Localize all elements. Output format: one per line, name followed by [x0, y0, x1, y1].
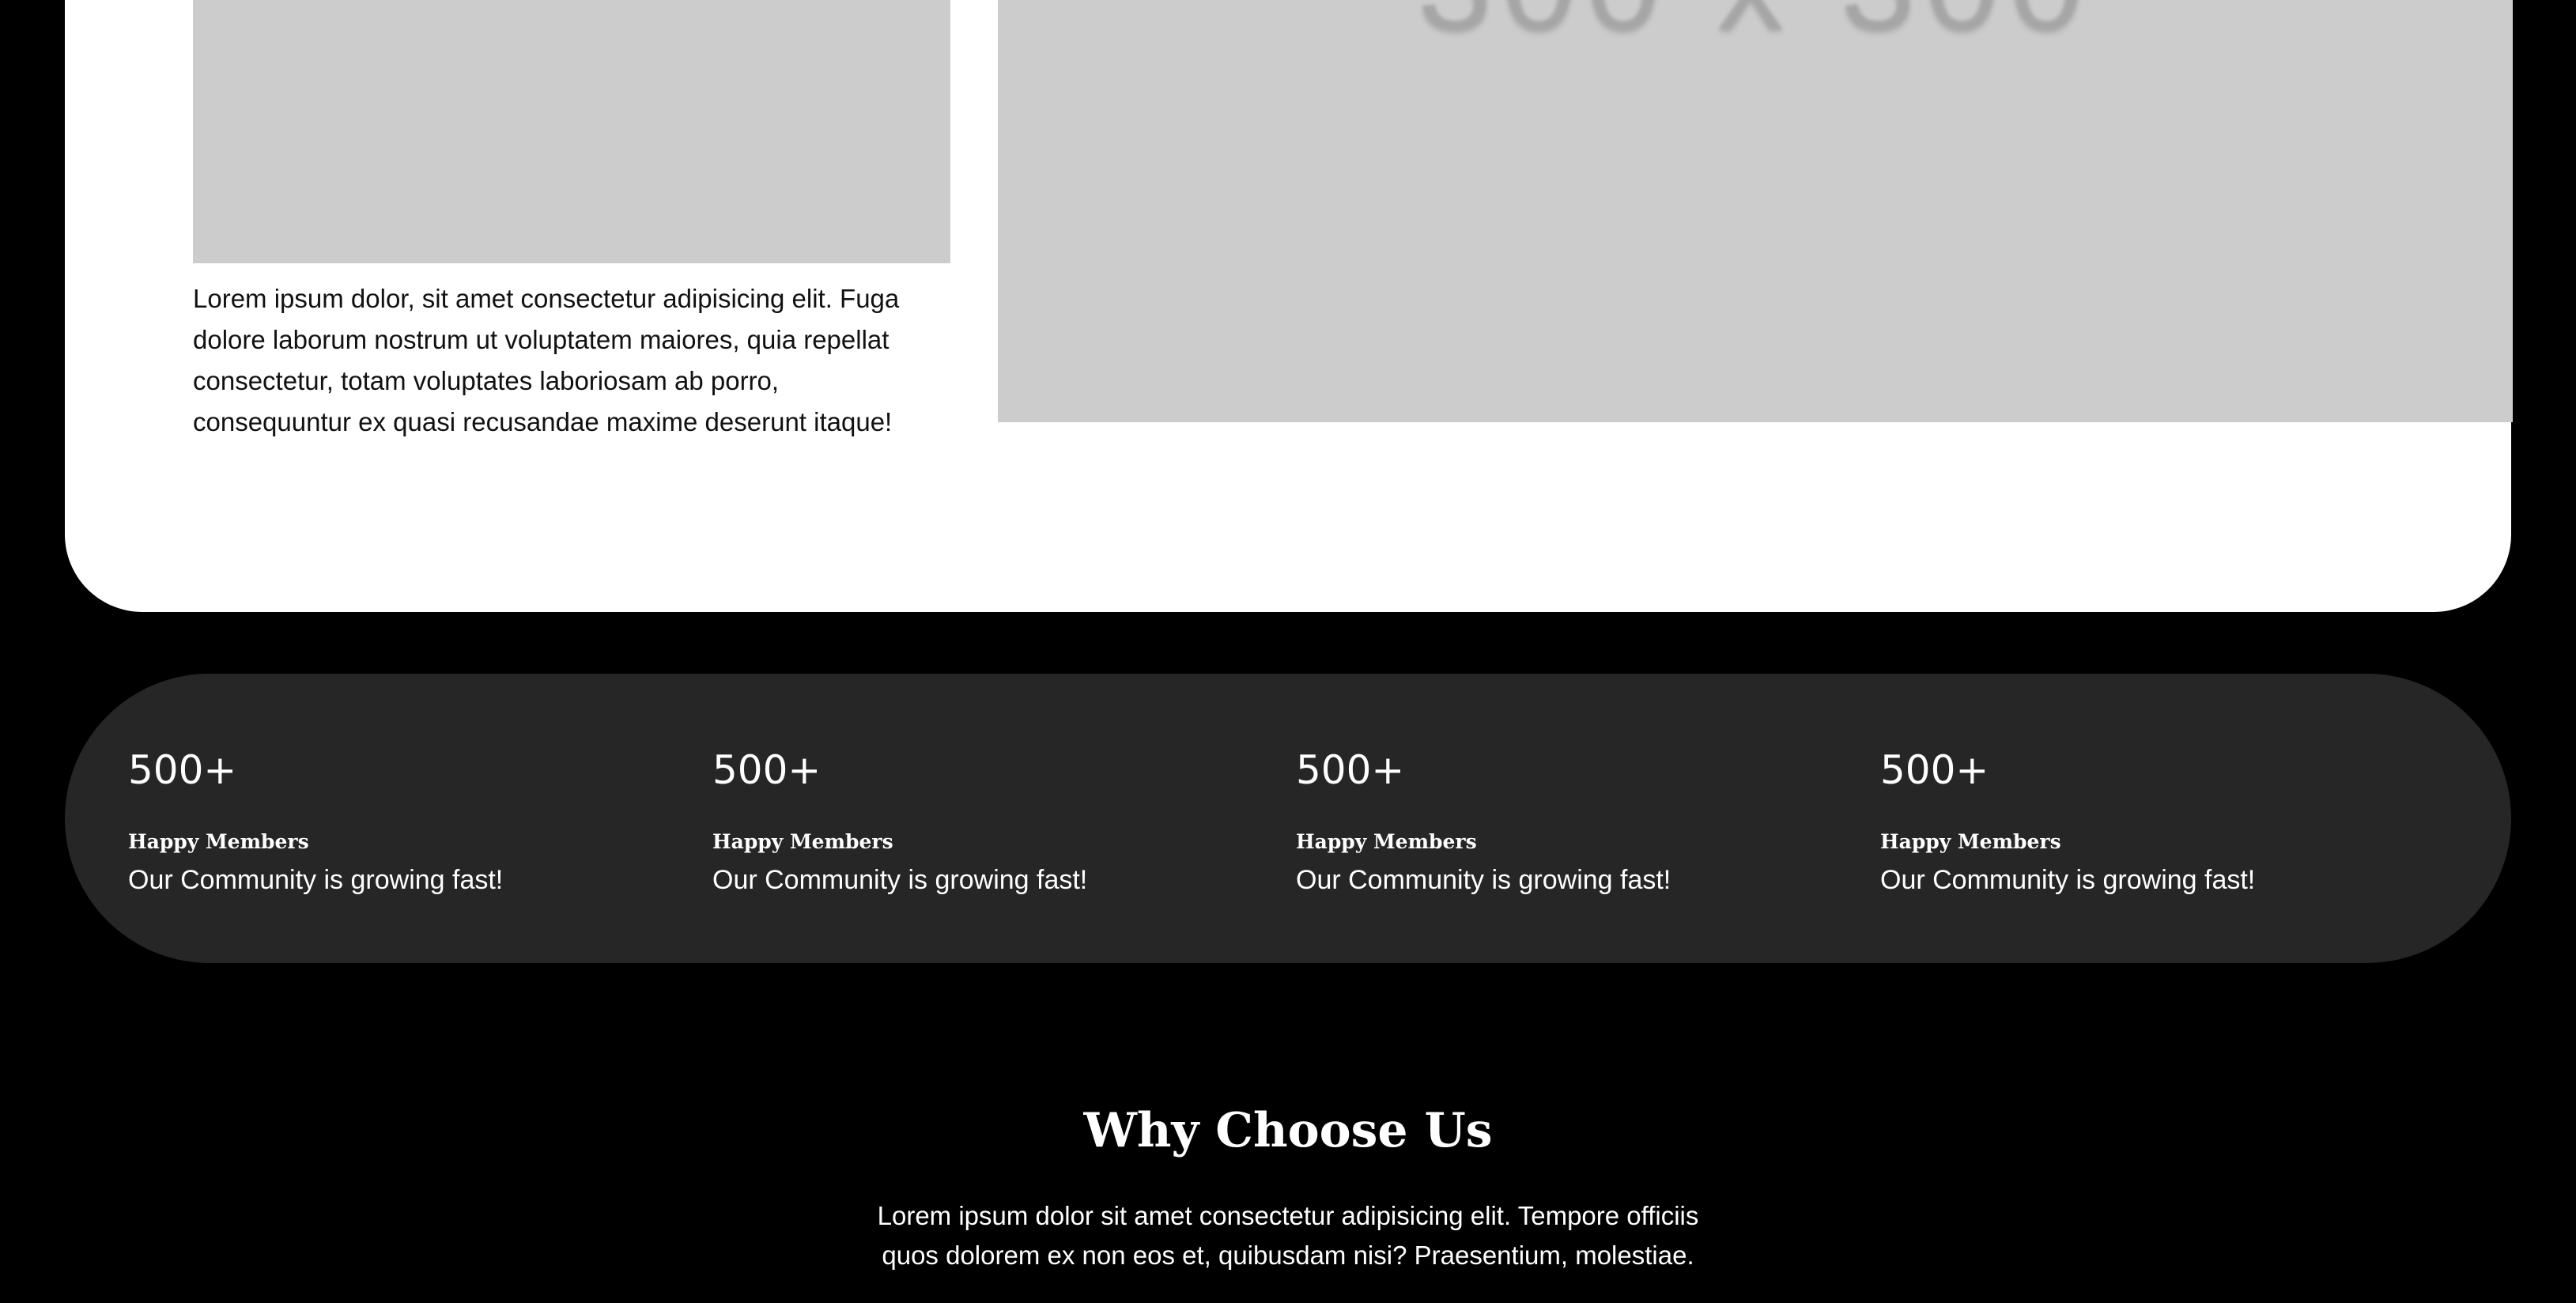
stat-number: 500+: [1880, 747, 1989, 793]
stat-description: Our Community is growing fast!: [1296, 865, 1671, 895]
stat-title: Happy Members: [128, 830, 309, 853]
intro-paragraph: Lorem ipsum dolor, sit amet consectetur …: [193, 284, 900, 436]
intro-image-placeholder: [193, 0, 950, 263]
page: Lorem ipsum dolor, sit amet consectetur …: [0, 0, 2576, 1303]
stats-bar: 500+ Happy Members Our Community is grow…: [65, 674, 2511, 963]
stat-title: Happy Members: [712, 830, 893, 853]
stat-number: 500+: [128, 747, 237, 793]
stat-title: Happy Members: [1880, 830, 2061, 853]
why-choose-us-text: Lorem ipsum dolor sit amet consectetur a…: [877, 1201, 1699, 1270]
stat-description: Our Community is growing fast!: [712, 865, 1088, 895]
stat-description: Our Community is growing fast!: [1880, 865, 2256, 895]
placeholder-size-label: 300 x 300: [998, 0, 2513, 51]
why-choose-us-heading: Why Choose Us: [1083, 1103, 1493, 1158]
feature-image-placeholder: 300 x 300: [998, 0, 2513, 422]
stat-number: 500+: [712, 747, 822, 793]
stat-description: Our Community is growing fast!: [128, 865, 504, 895]
stat-title: Happy Members: [1296, 830, 1477, 853]
stat-number: 500+: [1296, 747, 1405, 793]
intro-card: Lorem ipsum dolor, sit amet consectetur …: [65, 0, 2513, 612]
